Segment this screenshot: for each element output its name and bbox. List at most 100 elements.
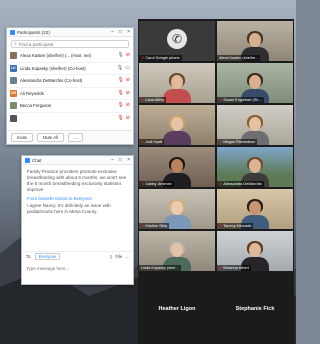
phone-icon: ✆ <box>167 29 187 49</box>
video-off-icon[interactable]: ⊘ <box>126 116 130 121</box>
video-tile[interactable]: ⊘ Jodi Hyatt <box>139 105 215 145</box>
more-options-button[interactable]: ... <box>67 133 84 142</box>
search-icon: ⌕ <box>14 41 17 47</box>
file-button[interactable]: File <box>115 254 122 259</box>
participant-search-input[interactable] <box>18 41 126 47</box>
participant-list: Alexa Kasten (she/her) (... (Host, me) 🎙… <box>7 50 133 125</box>
chat-message: Family Practice providers promote exclus… <box>27 169 127 193</box>
avatar <box>10 115 17 123</box>
close-icon[interactable]: × <box>127 157 130 163</box>
microphone-muted-icon[interactable]: 🎙 <box>117 103 123 108</box>
participants-titlebar[interactable]: Participants (22) – □ × <box>7 28 133 37</box>
zoom-logo-icon <box>25 157 30 163</box>
chat-title: Chat <box>32 157 42 163</box>
tile-name-bar: ⊘ Megan Richardson <box>217 139 258 145</box>
mic-muted-icon: ⊘ <box>141 139 145 144</box>
chat-toolbar: To: Everyone ▯ File ... <box>22 251 133 261</box>
participant-row[interactable]: LK Linda Kopasky (she/her) (Co-host) 🎙 ▭ <box>10 63 130 75</box>
tile-name: Tammy Mercado <box>223 224 252 228</box>
video-tile[interactable]: ⊘ Breanna Hibert <box>217 231 293 271</box>
microphone-icon[interactable]: 🎙 <box>117 53 123 58</box>
tile-name-bar: ⊘ Tammy Mercado <box>217 223 254 229</box>
chat-titlebar[interactable]: Chat – □ × <box>22 156 133 165</box>
video-tile[interactable]: ⊘ Tammy Mercado <box>217 189 293 229</box>
video-off-icon[interactable]: ⊘ <box>126 90 130 96</box>
tile-name: Alexa Kasten (she/he... <box>219 56 259 60</box>
tile-name: Gabby Jimenez <box>145 182 172 186</box>
more-options-button[interactable]: ... <box>125 254 129 259</box>
video-off-icon[interactable]: ⊘ <box>126 103 130 108</box>
tile-name-bar: ⊘ Kristine Sibly <box>139 223 170 229</box>
microphone-muted-icon[interactable]: 🎙 <box>117 90 123 96</box>
invite-button[interactable]: Invite <box>11 133 34 142</box>
to-label: To: <box>26 254 32 259</box>
video-tile[interactable]: ⊘ Lana Alfrey <box>139 63 215 103</box>
mic-muted-icon: ⊘ <box>219 265 223 270</box>
mic-muted-icon: ⊘ <box>141 223 145 228</box>
microphone-icon[interactable]: 🎙 <box>117 65 123 71</box>
video-icon[interactable]: ▭ <box>125 65 130 71</box>
avatar <box>10 77 17 85</box>
file-icon[interactable]: ▯ <box>110 254 112 259</box>
video-off-icon[interactable]: ⊘ <box>126 53 130 58</box>
minimize-icon[interactable]: – <box>111 29 114 35</box>
video-off-icon[interactable]: ⊘ <box>126 78 130 83</box>
mic-muted-icon: ⊘ <box>141 97 145 102</box>
mute-all-button[interactable]: Mute All <box>37 133 64 142</box>
participant-row[interactable]: Alexa Kasten (she/her) (... (Host, me) 🎙… <box>10 50 130 63</box>
avatar <box>10 52 17 60</box>
video-gallery: ✆ ⊘ Carol Svingle phone Alexa Kasten (she… <box>138 19 294 344</box>
person-video <box>162 71 192 103</box>
video-tile[interactable]: ✆ ⊘ Carol Svingle phone <box>139 21 215 61</box>
tile-name: Linda Kopasky (she/... <box>141 266 179 270</box>
person-video <box>162 113 192 145</box>
mic-muted-icon: ⊘ <box>219 139 223 144</box>
chat-sender: From Danielle Garcia to Everyone: <box>27 196 93 202</box>
mic-muted-icon: ⊘ <box>141 55 145 60</box>
avatar: AR <box>10 89 17 97</box>
participants-title: Participants (22) <box>17 29 50 35</box>
tile-name: Breanna Hibert <box>223 266 249 270</box>
tile-name-bar: ⊘ Jodi Hyatt <box>139 139 165 145</box>
chat-messages: Family Practice providers promote exclus… <box>22 165 133 222</box>
participant-name: Becca Ferguson <box>20 103 52 109</box>
participant-row[interactable]: Alessandra DeMarchis (Co-host) 🎙 ⊘ <box>10 75 130 88</box>
video-tile[interactable]: Alexa Kasten (she/he... <box>217 21 293 61</box>
video-tile[interactable]: ⊘ Alessandra DeMarchis <box>217 147 293 187</box>
recipient-dropdown[interactable]: Everyone <box>34 253 61 260</box>
participant-name: Alessandra DeMarchis (Co-host) <box>20 78 83 84</box>
tile-name: Jodi Hyatt <box>145 140 163 144</box>
participants-window[interactable]: Participants (22) – □ × ⌕ Alexa Kasten (… <box>6 27 134 145</box>
video-tile[interactable]: ⊘ Susan Englehart (Sh... <box>217 63 293 103</box>
participant-search[interactable]: ⌕ <box>11 40 129 48</box>
maximize-icon[interactable]: □ <box>119 157 122 163</box>
mic-muted-icon: ⊘ <box>219 223 223 228</box>
microphone-muted-icon[interactable]: 🎙 <box>117 116 123 121</box>
tile-name-bar: ⊘ Gabby Jimenez <box>139 181 174 187</box>
mic-muted-icon: ⊘ <box>141 181 145 186</box>
tile-name-bar: Linda Kopasky (she/... <box>139 265 181 271</box>
participant-name-no-video[interactable]: Heather Ligon <box>139 306 215 312</box>
chat-message-input[interactable] <box>26 263 130 273</box>
microphone-muted-icon[interactable]: 🎙 <box>117 78 123 83</box>
video-tile[interactable]: ⊘ Gabby Jimenez <box>139 147 215 187</box>
tile-name-bar: ⊘ Susan Englehart (Sh... <box>217 97 264 103</box>
minimize-icon[interactable]: – <box>111 157 114 163</box>
participant-name-no-video[interactable]: Stephanie Fick <box>217 306 293 312</box>
chat-window[interactable]: Chat – □ × Family Practice providers pro… <box>21 155 134 285</box>
participant-row[interactable]: Becca Ferguson 🎙 ⊘ <box>10 100 130 113</box>
avatar <box>10 102 17 110</box>
participant-row[interactable]: 🎙 ⊘ <box>10 113 130 126</box>
video-tile-active-speaker[interactable]: Linda Kopasky (she/... <box>139 231 215 271</box>
video-tile[interactable]: ⊘ Kristine Sibly <box>139 189 215 229</box>
zoom-logo-icon <box>10 29 15 35</box>
maximize-icon[interactable]: □ <box>119 29 122 35</box>
tile-name: Alessandra DeMarchis <box>223 182 262 186</box>
video-tile[interactable]: ⊘ Megan Richardson <box>217 105 293 145</box>
participant-name: Ali Reynolds <box>20 90 44 96</box>
close-icon[interactable]: × <box>127 29 130 35</box>
tile-name-bar: ⊘ Carol Svingle phone <box>139 55 182 61</box>
mic-muted-icon: ⊘ <box>219 181 223 186</box>
participant-name: Alexa Kasten (she/her) (... (Host, me) <box>20 53 92 59</box>
participant-row[interactable]: AR Ali Reynolds 🎙 ⊘ <box>10 88 130 100</box>
